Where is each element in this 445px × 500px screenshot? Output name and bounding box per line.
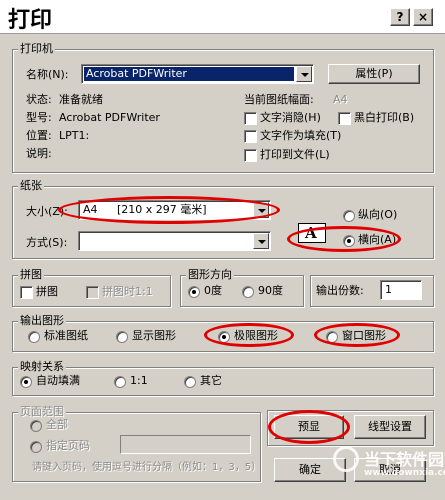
highlight-ellipse-window: [314, 323, 400, 347]
page-range-legend: 页面范围: [18, 405, 66, 418]
rotation-90-radio[interactable]: [242, 286, 254, 298]
printer-name-select[interactable]: Acrobat PDFWriter: [81, 64, 314, 84]
monochrome-label: 黑白打印(B): [354, 111, 415, 124]
copies-value: 1: [385, 283, 392, 296]
mapping-1-1-label: 1:1: [130, 374, 148, 387]
help-button[interactable]: ?: [390, 8, 410, 26]
watermark-url: www.downxia.com: [364, 468, 445, 478]
status-label: 状态:: [26, 93, 52, 106]
copies-label: 输出份数:: [316, 284, 364, 297]
text-hide-label: 文字消隐(H): [260, 111, 321, 124]
portrait-radio[interactable]: [343, 210, 355, 222]
current-paper-value: A4: [333, 93, 348, 106]
close-icon: ×: [417, 10, 429, 24]
rotation-0-radio[interactable]: [188, 286, 200, 298]
text-hide-checkbox[interactable]: [244, 112, 257, 125]
rotation-90-label: 90度: [258, 284, 283, 297]
chevron-down-icon[interactable]: [296, 66, 312, 82]
mapping-auto-radio[interactable]: [20, 376, 32, 388]
type-label: 型号:: [26, 111, 52, 124]
comment-label: 说明:: [26, 147, 52, 160]
page-range-specify-label: 指定页码: [46, 439, 90, 452]
highlight-ellipse-paper-size: [58, 196, 280, 224]
tile-label: 拼图: [36, 285, 58, 298]
mapping-other-label: 其它: [200, 374, 222, 387]
print-to-file-checkbox[interactable]: [244, 149, 257, 162]
paper-method-label: 方式(S):: [26, 236, 68, 249]
mapping-other-radio[interactable]: [184, 376, 196, 388]
page-range-all-label: 全部: [46, 418, 68, 431]
current-paper-label: 当前图纸幅面:: [244, 93, 314, 106]
dialog-title: 打印: [8, 8, 53, 33]
highlight-ellipse-extents: [204, 323, 294, 347]
printer-name-value: Acrobat PDFWriter: [84, 67, 294, 81]
mapping-1-1-radio[interactable]: [114, 376, 126, 388]
highlight-ellipse-preview: [268, 410, 350, 444]
paper-legend: 纸张: [18, 179, 44, 192]
page-range-input[interactable]: [120, 435, 251, 454]
highlight-ellipse-landscape: [287, 226, 401, 252]
page-range-hint: 请键入页码，使用逗号进行分隔（例如：1，3，5）: [32, 462, 262, 473]
tile-1-1-checkbox[interactable]: [86, 286, 99, 299]
output-display-label: 显示图形: [132, 329, 176, 342]
mapping-auto-label: 自动填满: [36, 374, 80, 387]
close-button[interactable]: ×: [413, 8, 433, 26]
page-range-all-radio[interactable]: [30, 420, 42, 432]
help-icon: ?: [396, 10, 404, 24]
output-display-radio[interactable]: [116, 331, 128, 343]
text-as-fill-checkbox[interactable]: [244, 130, 257, 143]
print-to-file-label: 打印到文件(L): [260, 148, 330, 161]
status-value: 准备就绪: [59, 93, 103, 106]
text-as-fill-label: 文字作为填充(T): [260, 129, 342, 142]
watermark-text: 当下软件园: [364, 450, 445, 469]
watermark-logo-icon: [333, 446, 359, 472]
copies-input[interactable]: 1: [380, 280, 422, 300]
type-value: Acrobat PDFWriter: [59, 111, 160, 124]
page-range-specify-radio[interactable]: [30, 441, 42, 453]
mapping-legend: 映射关系: [18, 360, 66, 373]
location-label: 位置:: [26, 129, 52, 142]
tile-checkbox[interactable]: [20, 286, 33, 299]
properties-button[interactable]: 属性(P): [328, 64, 420, 84]
location-value: LPT1:: [59, 129, 90, 142]
title-bar: [0, 0, 445, 34]
output-standard-label: 标准图纸: [44, 329, 88, 342]
printer-name-label: 名称(N):: [26, 68, 69, 81]
output-legend: 输出图形: [18, 314, 66, 327]
rotation-0-label: 0度: [204, 284, 222, 297]
output-standard-radio[interactable]: [28, 331, 40, 343]
linetype-button[interactable]: 线型设置: [354, 415, 426, 439]
tiling-legend: 拼图: [18, 268, 44, 281]
rotation-legend: 图形方向: [186, 268, 234, 281]
tile-1-1-label: 拼图时1:1: [102, 285, 153, 298]
monochrome-checkbox[interactable]: [338, 112, 351, 125]
paper-method-select[interactable]: [78, 231, 271, 251]
portrait-label: 纵向(O): [358, 208, 398, 221]
printer-legend: 打印机: [18, 42, 55, 55]
chevron-down-icon[interactable]: [253, 233, 269, 249]
